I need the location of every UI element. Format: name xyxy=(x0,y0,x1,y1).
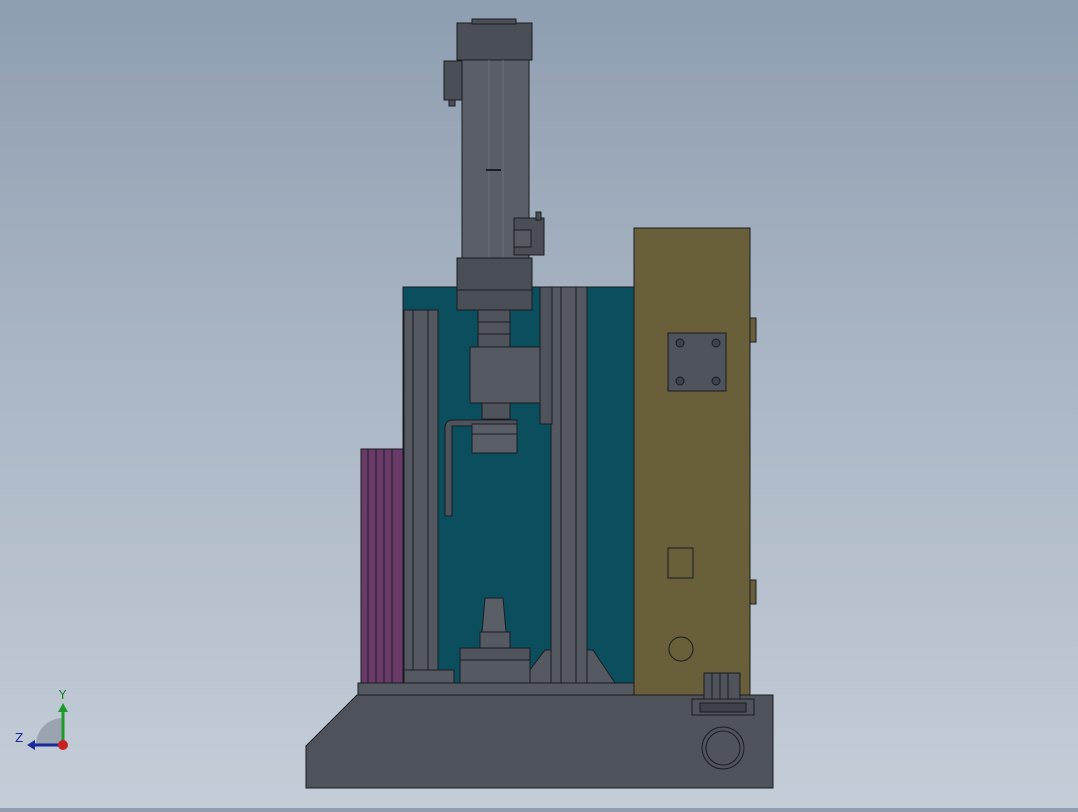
left-column-foot xyxy=(403,669,455,684)
magenta-side-panel xyxy=(360,448,405,684)
cylinder-top-cap xyxy=(456,22,533,61)
graphics-viewport[interactable]: Y Z xyxy=(0,0,1078,808)
machine-model[interactable] xyxy=(0,0,1078,808)
right-column xyxy=(550,286,588,684)
triad-y-label: Y xyxy=(59,688,67,702)
press-tool xyxy=(471,423,518,454)
x-dot-icon xyxy=(58,740,68,750)
axis-triad-icon xyxy=(27,703,68,750)
cabinet-indicator-window xyxy=(667,547,694,579)
cylinder-bottom-cap xyxy=(456,257,533,311)
cabinet-button xyxy=(668,636,694,662)
adjust-knob xyxy=(703,672,741,700)
cylinder-sensor-top xyxy=(443,60,463,101)
press-head-block xyxy=(469,346,543,404)
base-top-rail xyxy=(357,682,635,696)
left-column xyxy=(403,309,439,684)
control-cabinet xyxy=(633,227,751,696)
lower-die-post xyxy=(481,597,507,633)
piston-rod xyxy=(477,309,511,349)
triad-z-label: Z xyxy=(15,731,24,745)
